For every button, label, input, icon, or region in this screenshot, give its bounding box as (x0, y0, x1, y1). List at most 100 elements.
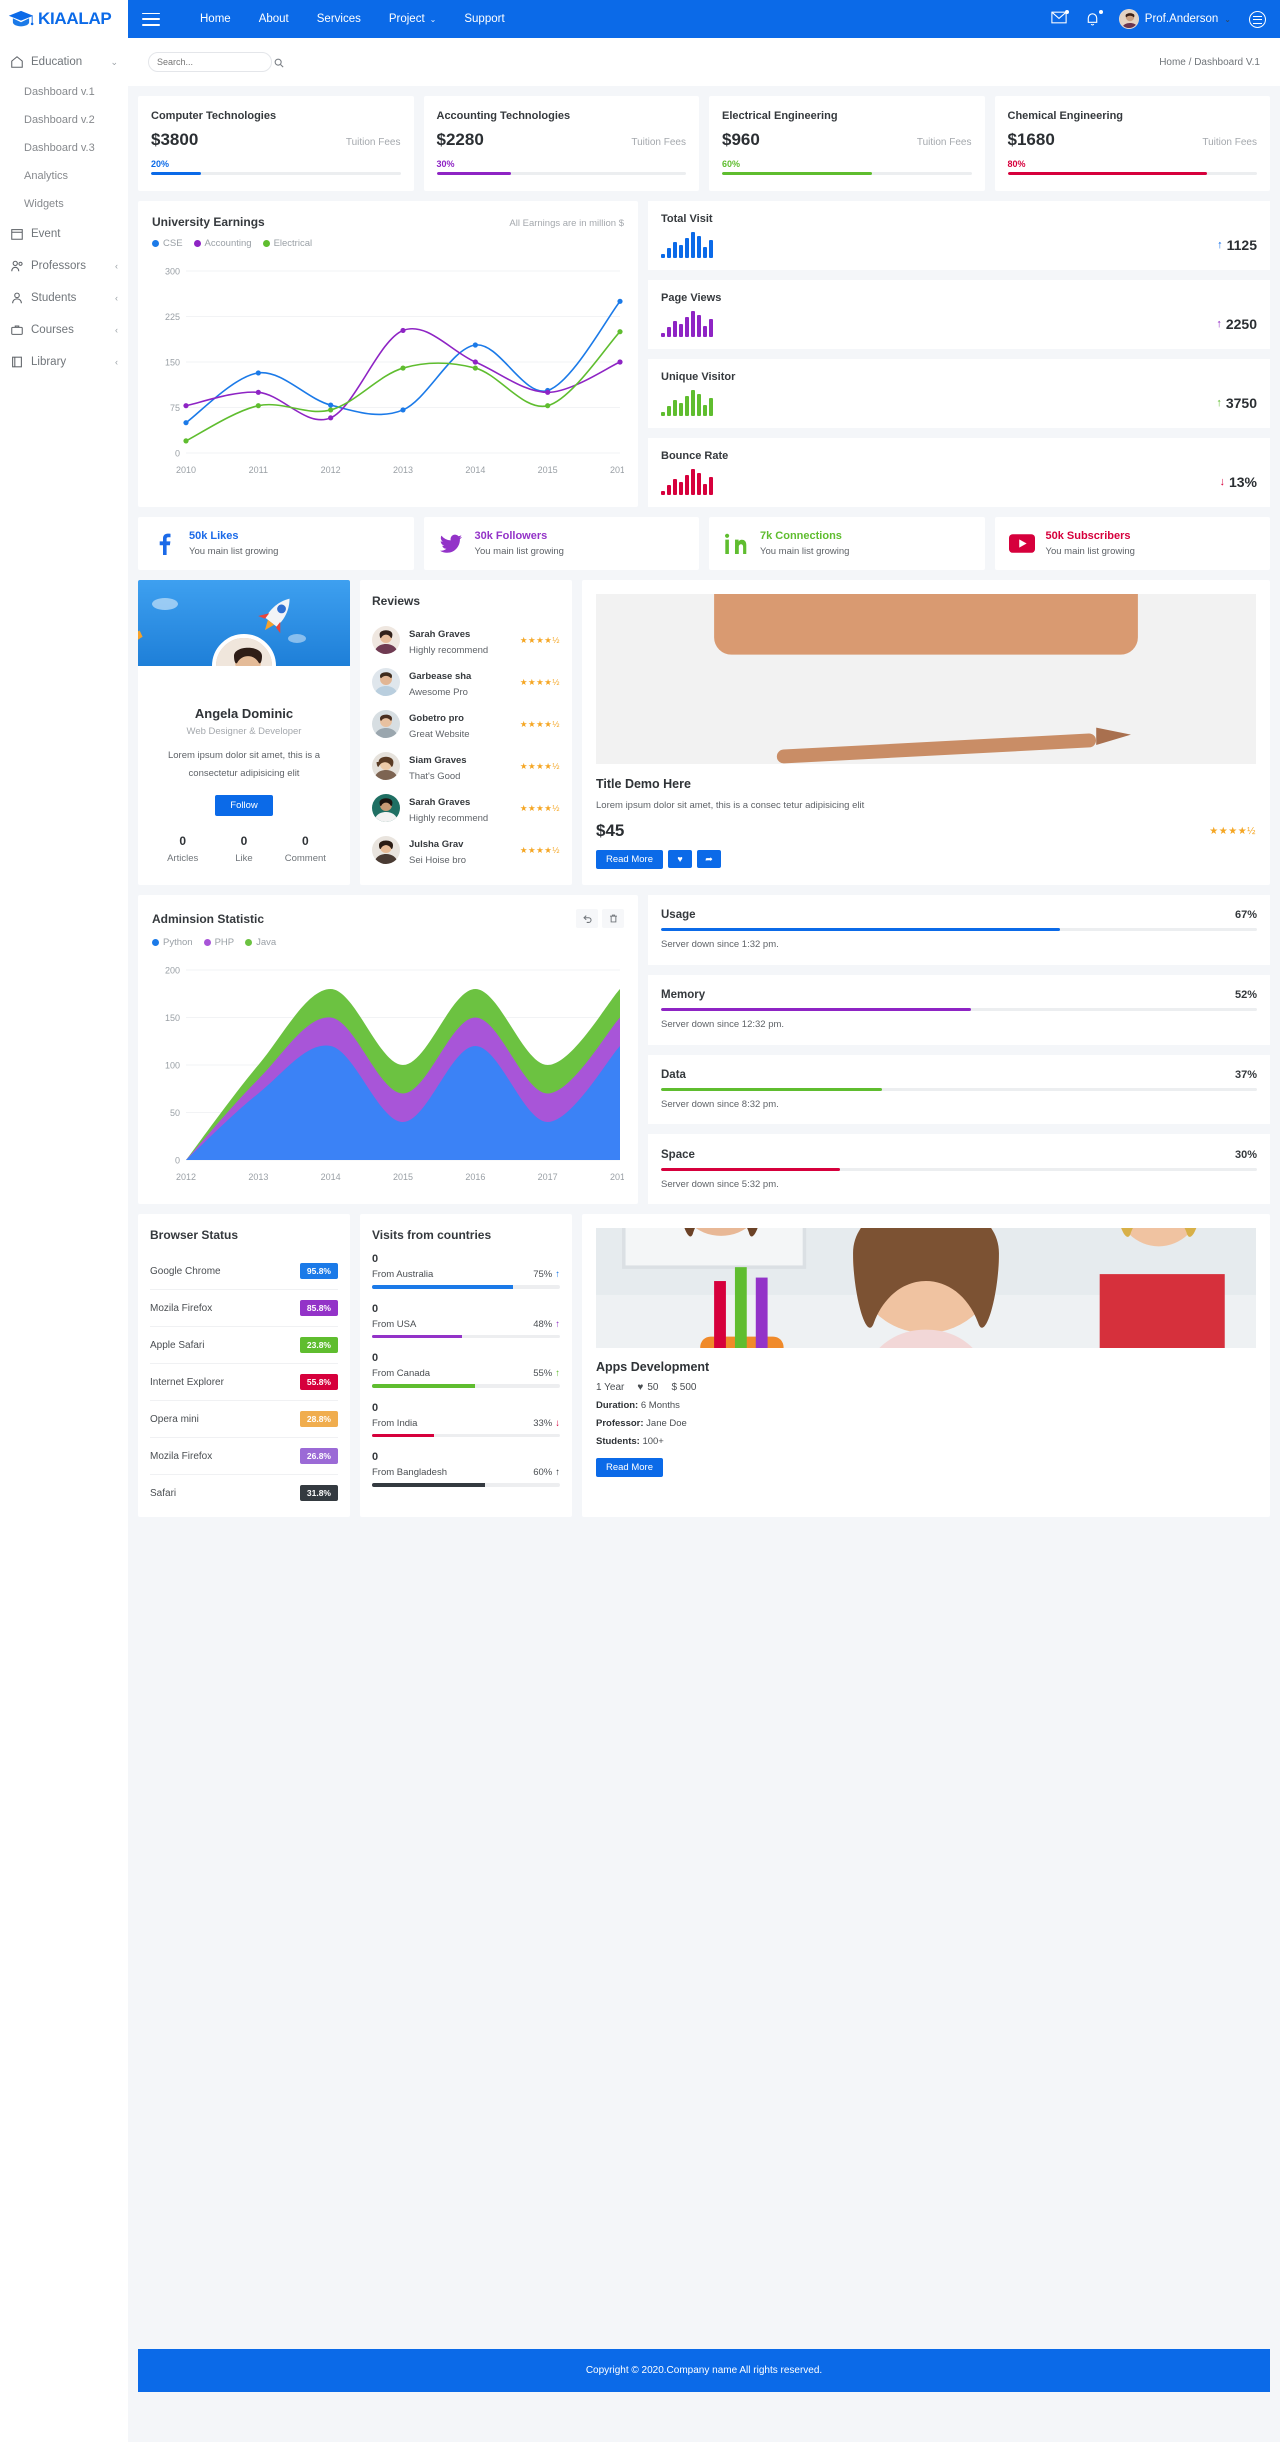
nav-about[interactable]: About (259, 13, 289, 25)
table-row[interactable]: Opera mini 28.8% (150, 1401, 338, 1438)
usage-note: Server down since 12:32 pm. (661, 1019, 785, 1031)
envelope-icon[interactable] (1051, 10, 1069, 27)
nav-support[interactable]: Support (464, 13, 504, 25)
sidebar-item-dashboard-v3[interactable]: Dashboard v.3 (0, 134, 128, 162)
search-icon[interactable] (274, 58, 284, 68)
social-card-facebook[interactable]: 50k Likes You main list growing (138, 517, 414, 570)
country-count: 0 (372, 1253, 379, 1265)
apps-read-more-button[interactable]: Read More (596, 1458, 663, 1477)
product-description: Lorem ipsum dolor sit amet, this is a co… (596, 800, 865, 811)
svg-text:50: 50 (170, 1108, 180, 1118)
social-card-linkedin[interactable]: 7k Connections You main list growing (709, 517, 985, 570)
search-row: Home / Dashboard V.1 (128, 38, 1280, 86)
trend-arrow: ↑ (1216, 318, 1222, 330)
review-row[interactable]: Julsha Grav Sei Hoise bro ★★★★½ (372, 829, 560, 871)
social-card-youtube[interactable]: 50k Subscribers You main list growing (994, 517, 1270, 570)
read-more-button[interactable]: Read More (596, 850, 663, 870)
social-sub: You main list growing (189, 546, 279, 557)
legend-java[interactable]: Java (245, 937, 276, 948)
profile-stat-like: 0 Like (213, 834, 274, 866)
mini-value: 1125 (1226, 237, 1257, 253)
review-row[interactable]: Sarah Graves Highly recommend ★★★★½ (372, 787, 560, 829)
sidebar-item-courses[interactable]: Courses ‹ (0, 314, 128, 346)
table-row[interactable]: Internet Explorer 55.8% (150, 1364, 338, 1401)
trash-icon[interactable] (602, 909, 624, 928)
rating-stars: ★★★★½ (519, 676, 560, 687)
sidebar-item-library[interactable]: Library ‹ (0, 346, 128, 378)
nav-project[interactable]: Project ⌄ (389, 13, 437, 25)
nav-project-label: Project (388, 13, 425, 25)
table-row[interactable]: Mozila Firefox 26.8% (150, 1438, 338, 1475)
status-badge: 95.8% (299, 1263, 338, 1279)
review-row[interactable]: Sarah Graves Highly recommend ★★★★½ (372, 619, 560, 661)
stat-card-chemical-engineering[interactable]: Chemical Engineering $1680 Tuition Fees … (994, 96, 1270, 191)
sidebar-item-analytics[interactable]: Analytics (0, 162, 128, 190)
undo-icon[interactable] (576, 909, 598, 928)
table-row[interactable]: Mozila Firefox 85.8% (150, 1290, 338, 1327)
review-row[interactable]: Gobetro pro Great Website ★★★★½ (372, 703, 560, 745)
stat-sub: Tuition Fees (1202, 137, 1257, 148)
profile-banner (138, 580, 350, 666)
sidebar-item-widgets[interactable]: Widgets (0, 190, 128, 218)
search-box[interactable] (148, 52, 284, 72)
usage-widget-memory: Memory 52% Server down since 12:32 pm. (648, 974, 1270, 1045)
reviewer-name: Garbease sha (409, 671, 472, 682)
brand-logo[interactable]: KIAALAP (0, 0, 128, 38)
nav-services[interactable]: Services (317, 13, 361, 25)
svg-text:2016: 2016 (465, 1172, 485, 1182)
sidebar-item-dashboard-v2[interactable]: Dashboard v.2 (0, 106, 128, 134)
legend-python[interactable]: Python (152, 937, 193, 948)
review-row[interactable]: Garbease sha Awesome Pro ★★★★½ (372, 661, 560, 703)
top-navigation: Home About Services Project ⌄ Support (200, 13, 505, 25)
admission-title: Adminsion Statistic (152, 911, 265, 926)
nav-services-label: Services (316, 13, 361, 25)
bell-icon[interactable] (1085, 10, 1103, 27)
svg-text:2011: 2011 (249, 465, 268, 475)
country-row-bangladesh: 0 From Bangladesh 60% ↑ (372, 1451, 560, 1487)
review-row[interactable]: Siam Graves That's Good ★★★★½ (372, 745, 560, 787)
usage-percent: 52% (1234, 989, 1257, 1002)
stat-card-computer-technologies[interactable]: Computer Technologies $3800 Tuition Fees… (138, 96, 414, 191)
apps-duration-label: Duration: (596, 1400, 639, 1411)
review-text: Awesome Pro (409, 687, 468, 698)
browser-name: Opera mini (150, 1413, 199, 1425)
stat-value: 0 (301, 834, 309, 849)
legend-cse[interactable]: CSE (152, 238, 183, 249)
search-input[interactable] (157, 57, 274, 67)
country-percent: 60% (533, 1467, 553, 1478)
sidebar-item-dashboard-v1[interactable]: Dashboard v.1 (0, 78, 128, 106)
content: Computer Technologies $3800 Tuition Fees… (128, 86, 1280, 2339)
stat-progress (436, 172, 686, 175)
avatar (372, 710, 400, 738)
follow-button[interactable]: Follow (215, 795, 273, 817)
stat-percent: 80% (1007, 159, 1026, 169)
legend-php[interactable]: PHP (203, 937, 234, 948)
admission-area-chart: 0 50 100 150 200 2012 2013 2014 2015 2016 2017 2018 (152, 956, 624, 1196)
legend-accounting[interactable]: Accounting (193, 238, 252, 249)
stat-card-electrical-engineering[interactable]: Electrical Engineering $960 Tuition Fees… (709, 96, 985, 191)
table-row[interactable]: Apple Safari 23.8% (150, 1327, 338, 1364)
table-row[interactable]: Google Chrome 95.8% (150, 1253, 338, 1290)
rating-stars: ★★★★½ (519, 634, 560, 645)
apps-year-value: 1 Year (596, 1382, 625, 1393)
nav-home[interactable]: Home (200, 13, 231, 25)
hamburger-icon[interactable] (142, 12, 160, 26)
stat-title: Electrical Engineering (722, 110, 838, 122)
share-icon[interactable]: ➦ (697, 850, 721, 869)
trend-arrow: ↑ (1216, 397, 1222, 409)
social-card-twitter[interactable]: 30k Followers You main list growing (423, 517, 699, 570)
menu-circle-icon[interactable] (1249, 10, 1266, 28)
usage-progress (661, 1008, 1257, 1012)
heart-icon[interactable]: ♥ (668, 850, 692, 869)
stat-card-accounting-technologies[interactable]: Accounting Technologies $2280 Tuition Fe… (423, 96, 699, 191)
sidebar-item-education[interactable]: Education ⌄ (0, 46, 128, 78)
review-text: That's Good (409, 771, 461, 782)
country-progress (372, 1483, 560, 1487)
user-menu[interactable]: Prof.Anderson ⌄ (1118, 9, 1231, 29)
table-row[interactable]: Safari 31.8% (150, 1475, 338, 1511)
reviews-title: Reviews (372, 594, 421, 608)
legend-electrical[interactable]: Electrical (262, 238, 312, 249)
sidebar-item-students[interactable]: Students ‹ (0, 282, 128, 314)
sidebar-item-event[interactable]: Event (0, 218, 128, 250)
sidebar-item-professors[interactable]: Professors ‹ (0, 250, 128, 282)
